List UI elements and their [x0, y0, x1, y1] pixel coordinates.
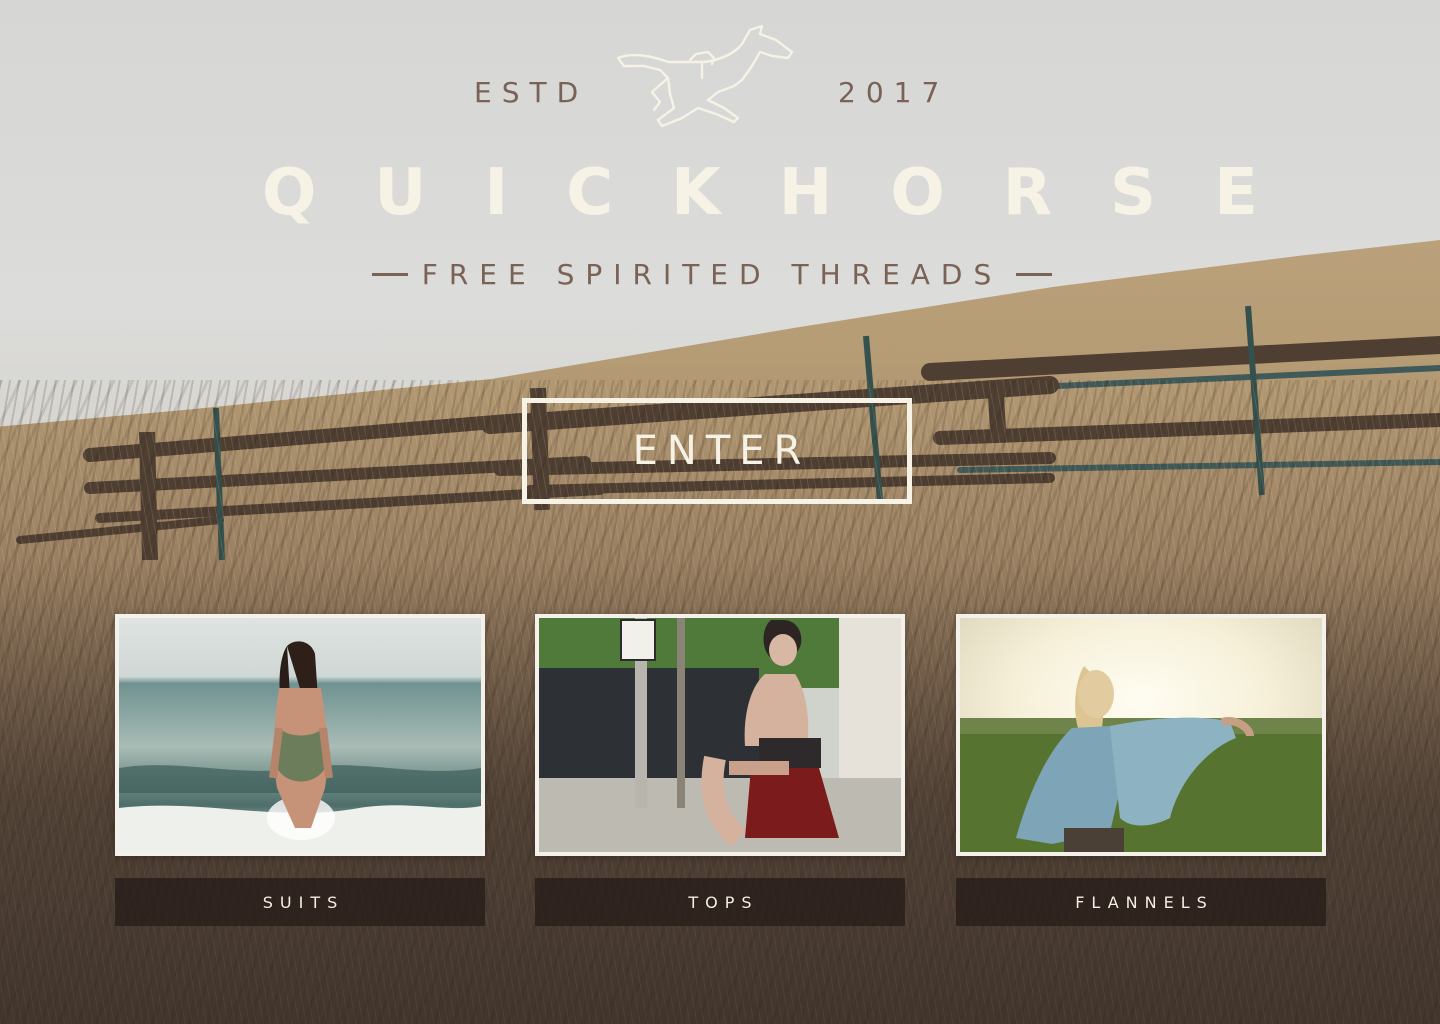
running-horse-icon — [616, 24, 794, 128]
suits-photo[interactable] — [115, 614, 485, 856]
flannels-category-label: FLANNELS — [1075, 892, 1214, 912]
brand-title: QUICKHORSE — [262, 156, 1316, 230]
category-card-suits: SUITS — [115, 614, 485, 926]
category-card-flannels: FLANNELS — [956, 614, 1326, 926]
tagline-left-rule — [372, 272, 408, 276]
flannels-category-button[interactable]: FLANNELS — [956, 878, 1326, 926]
tagline-row: FREE SPIRITED THREADS — [372, 252, 1052, 296]
established-label: ESTD — [474, 76, 589, 109]
suits-category-button[interactable]: SUITS — [115, 878, 485, 926]
enter-button[interactable]: ENTER — [522, 398, 912, 504]
tops-category-label: TOPS — [688, 892, 759, 912]
tops-photo[interactable] — [535, 614, 905, 856]
tagline-right-rule — [1016, 272, 1052, 276]
enter-button-label: ENTER — [632, 428, 811, 474]
flannel-field-image — [960, 618, 1322, 852]
established-year: 2017 — [838, 76, 950, 109]
tops-category-button[interactable]: TOPS — [535, 878, 905, 926]
tagline: FREE SPIRITED THREADS — [421, 257, 1003, 291]
suits-category-label: SUITS — [262, 892, 345, 912]
swimsuit-ocean-image — [119, 618, 481, 852]
flannels-photo[interactable] — [956, 614, 1326, 856]
tattooed-woman-street-image — [539, 618, 901, 852]
category-card-tops: TOPS — [535, 614, 905, 926]
